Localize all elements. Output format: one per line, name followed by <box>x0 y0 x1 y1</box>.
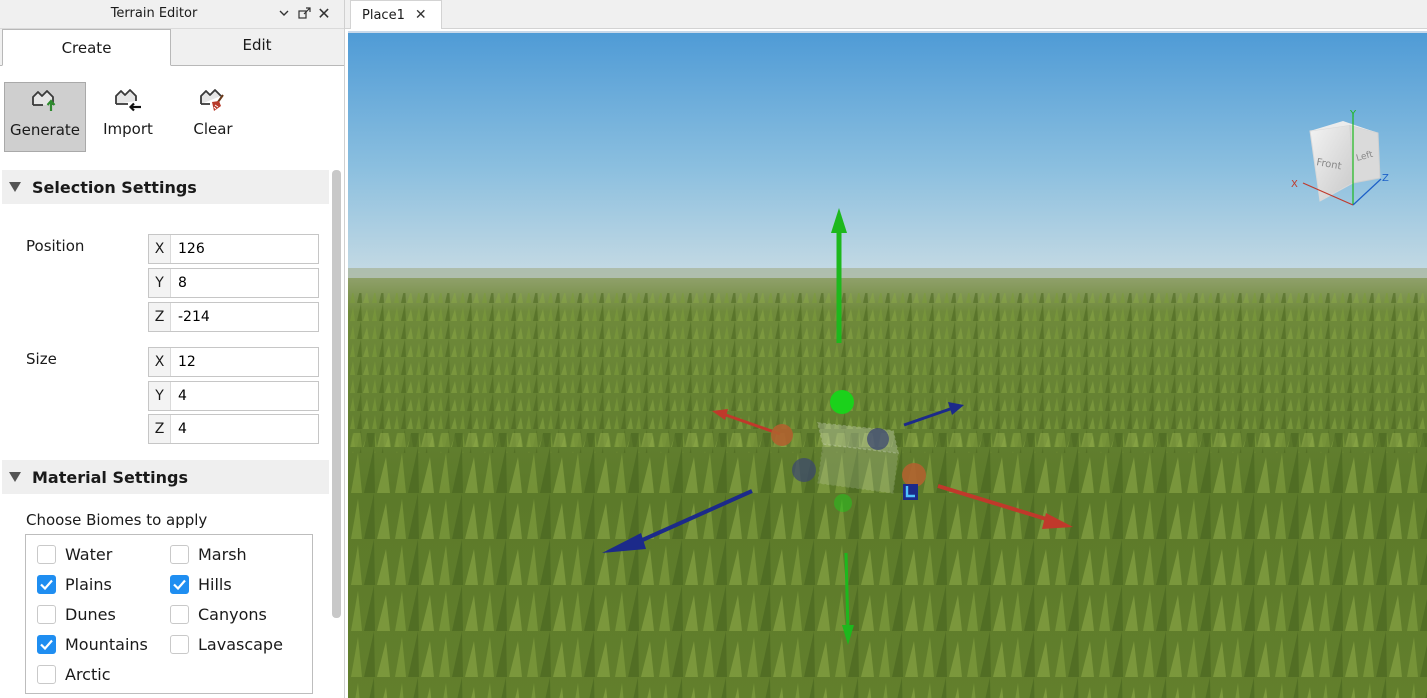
checkmark-icon <box>40 579 53 590</box>
clear-button[interactable]: Clear <box>172 82 254 152</box>
biomes-label: Choose Biomes to apply <box>26 511 208 529</box>
biome-plains[interactable]: Plains <box>37 572 112 596</box>
close-icon[interactable]: ✕ <box>316 4 332 23</box>
checkmark-icon <box>173 579 186 590</box>
size-z-field: Z <box>148 414 319 444</box>
biome-label: Plains <box>65 574 112 594</box>
biome-label: Dunes <box>65 604 116 624</box>
size-x-field: X <box>148 347 319 377</box>
selection-settings-title: Selection Settings <box>32 177 197 197</box>
biome-label: Arctic <box>65 664 111 684</box>
terrain-editor-panel: Terrain Editor ✕ Create Edit Generate Im… <box>0 0 345 698</box>
axis-x-label: X <box>149 235 171 263</box>
document-tab-label: Place1 <box>362 7 405 23</box>
biome-label: Lavascape <box>198 634 283 654</box>
position-z-field: Z <box>148 302 319 332</box>
selection-settings-header[interactable]: Selection Settings <box>2 170 329 204</box>
generate-label: Generate <box>9 121 81 139</box>
document-tabbar: Place1 ✕ <box>345 0 1427 29</box>
axis-z-label: Z <box>149 415 171 443</box>
terrain-tools: Generate Import Clear <box>0 78 344 158</box>
checkbox[interactable] <box>170 544 189 564</box>
biome-lavascape[interactable]: Lavascape <box>170 632 283 656</box>
axis-z-label: Z <box>149 303 171 331</box>
terrain-generate-icon <box>32 90 56 111</box>
tab-create[interactable]: Create <box>2 29 171 66</box>
resize-handle-y-bottom[interactable] <box>834 494 852 512</box>
size-z-input[interactable] <box>171 415 311 443</box>
checkbox[interactable] <box>37 664 56 684</box>
3d-viewport[interactable]: Front Left Y X Z <box>348 31 1427 698</box>
biome-dunes[interactable]: Dunes <box>37 602 116 626</box>
material-settings-title: Material Settings <box>32 467 188 487</box>
import-label: Import <box>103 120 153 138</box>
biome-label: Canyons <box>198 604 267 624</box>
axis-y-label: Y <box>149 382 171 410</box>
resize-handle-z-back[interactable] <box>867 428 889 450</box>
position-y-input[interactable] <box>171 269 311 297</box>
close-icon[interactable]: ✕ <box>415 7 427 23</box>
size-x-input[interactable] <box>171 348 311 376</box>
view-cube-axis-x: X <box>1291 179 1298 190</box>
terrain-clear-icon <box>200 89 224 111</box>
size-y-input[interactable] <box>171 382 311 410</box>
checkbox[interactable] <box>37 544 56 564</box>
collapse-triangle-icon <box>9 472 21 482</box>
biome-water[interactable]: Water <box>37 542 112 566</box>
view-cube-axis-z: Z <box>1382 173 1389 184</box>
panel-titlebar: Terrain Editor ✕ <box>0 0 344 29</box>
panel-tabs: Create Edit <box>0 29 344 66</box>
position-x-field: X <box>148 234 319 264</box>
checkbox[interactable] <box>170 634 189 654</box>
checkbox[interactable] <box>170 604 189 624</box>
tab-place1[interactable]: Place1 ✕ <box>350 0 442 29</box>
axis-x-label: X <box>149 348 171 376</box>
panel-scrollbar[interactable] <box>332 170 341 618</box>
import-button[interactable]: Import <box>87 82 169 152</box>
clear-label: Clear <box>193 120 233 138</box>
biome-label: Water <box>65 544 113 564</box>
undock-icon[interactable] <box>296 5 312 21</box>
biome-label: Hills <box>198 574 232 594</box>
collapse-triangle-icon <box>9 182 21 192</box>
axis-y-label: Y <box>149 269 171 297</box>
size-label: Size <box>26 350 57 368</box>
biome-hills[interactable]: Hills <box>170 572 232 596</box>
checkbox-checked[interactable] <box>37 574 56 594</box>
checkbox-checked[interactable] <box>170 574 189 594</box>
tab-edit[interactable]: Edit <box>172 29 342 66</box>
size-y-field: Y <box>148 381 319 411</box>
biome-mountains[interactable]: Mountains <box>37 632 148 656</box>
material-settings-header[interactable]: Material Settings <box>2 460 329 494</box>
chevron-down-icon[interactable] <box>276 5 292 21</box>
biome-label: Marsh <box>198 544 247 564</box>
panel-title: Terrain Editor <box>110 6 198 21</box>
position-z-input[interactable] <box>171 303 311 331</box>
biome-marsh[interactable]: Marsh <box>170 542 247 566</box>
checkbox-checked[interactable] <box>37 634 56 654</box>
grass-blades-far <box>348 293 1427 453</box>
local-space-icon <box>903 484 918 500</box>
resize-handle-x-right[interactable] <box>902 463 926 487</box>
position-label: Position <box>26 237 85 255</box>
biome-canyons[interactable]: Canyons <box>170 602 267 626</box>
checkbox[interactable] <box>37 604 56 624</box>
resize-handle-y-top[interactable] <box>830 390 854 414</box>
biome-arctic[interactable]: Arctic <box>37 662 110 686</box>
biome-label: Mountains <box>65 634 148 654</box>
position-y-field: Y <box>148 268 319 298</box>
sky <box>348 33 1427 278</box>
resize-handle-z-front[interactable] <box>792 458 816 482</box>
view-cube-axis-y: Y <box>1349 109 1357 120</box>
terrain-import-icon <box>115 89 141 112</box>
checkmark-icon <box>40 639 53 650</box>
biome-list: Water Marsh Plains Hills Dunes Canyons M… <box>25 534 313 694</box>
position-x-input[interactable] <box>171 235 311 263</box>
resize-handle-x-left[interactable] <box>771 424 793 446</box>
generate-button[interactable]: Generate <box>4 82 86 152</box>
